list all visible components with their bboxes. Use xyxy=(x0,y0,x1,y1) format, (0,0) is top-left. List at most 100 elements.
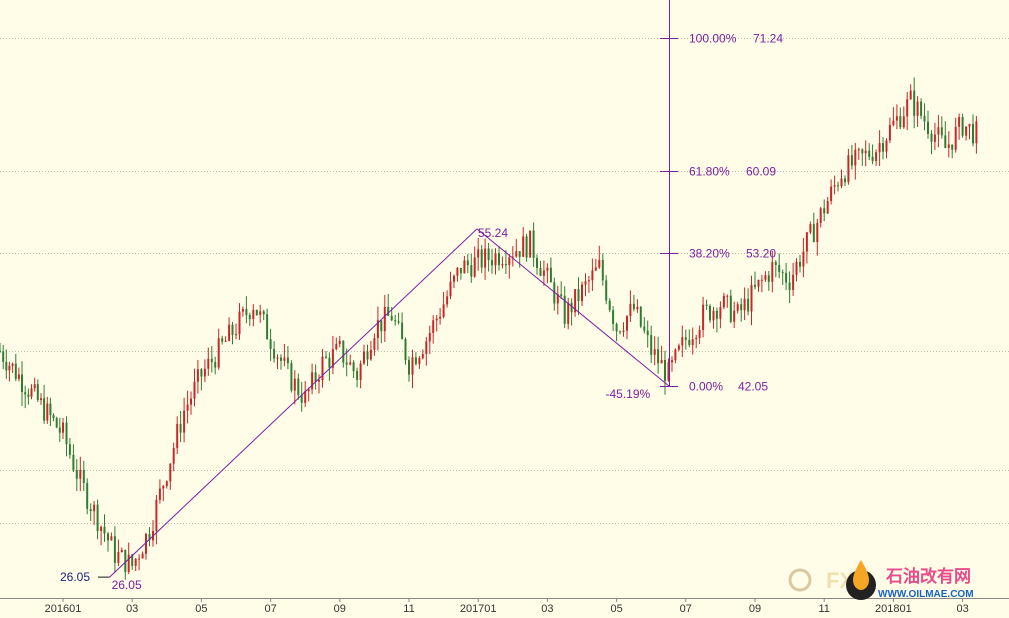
candle-body xyxy=(110,536,113,541)
candle-body xyxy=(809,224,812,233)
candle-body xyxy=(86,482,89,509)
candle-body xyxy=(954,126,957,150)
candle-body xyxy=(290,363,293,391)
candle-body xyxy=(158,488,161,500)
candle-body xyxy=(747,298,750,312)
candle-body xyxy=(660,360,663,364)
candle-body xyxy=(269,339,272,349)
candle-body xyxy=(169,463,172,482)
candle-body xyxy=(459,267,462,274)
candle-body xyxy=(833,185,836,187)
candle-body xyxy=(286,357,289,364)
candle-body xyxy=(162,486,165,489)
candle-body xyxy=(594,267,597,271)
candle-body xyxy=(695,337,698,340)
candle-body xyxy=(940,127,943,136)
candle-body xyxy=(581,284,583,302)
candle-body xyxy=(826,201,829,214)
candle-body xyxy=(179,423,182,433)
trend-point-label: -45.19% xyxy=(605,387,650,401)
candle-body xyxy=(480,249,483,268)
candle-body xyxy=(55,418,58,428)
candle-body xyxy=(491,260,493,266)
candle-body xyxy=(359,363,362,380)
fibonacci-price-label: 60.09 xyxy=(746,165,776,179)
candle-body xyxy=(266,314,269,340)
candle-body xyxy=(754,284,756,287)
candle-body xyxy=(30,388,33,397)
candle-body xyxy=(601,260,604,281)
candle-body xyxy=(608,300,611,311)
candle-body xyxy=(487,248,490,261)
candle-body xyxy=(259,311,262,315)
x-tick-label: 03 xyxy=(541,603,553,615)
candle-body xyxy=(549,267,552,283)
candle-body xyxy=(712,310,715,321)
candle-body xyxy=(626,316,628,331)
x-tick-label: 09 xyxy=(749,603,761,615)
candle-body xyxy=(196,369,199,382)
candle-body xyxy=(418,358,421,365)
candle-body xyxy=(927,121,929,134)
candle-body xyxy=(255,309,258,315)
candle-body xyxy=(774,262,777,265)
candle-body xyxy=(186,404,189,411)
candle-body xyxy=(705,304,708,306)
candle-body xyxy=(228,324,231,341)
candle-body xyxy=(352,362,355,372)
candle-body xyxy=(650,335,653,355)
candle-body xyxy=(913,90,916,116)
candle-body xyxy=(560,294,563,296)
candle-body xyxy=(664,360,666,381)
candle-body xyxy=(397,321,400,323)
candle-body xyxy=(484,248,487,268)
candle-body xyxy=(539,268,542,276)
candle-body xyxy=(40,398,42,400)
candle-body xyxy=(968,124,971,127)
candle-body xyxy=(280,357,282,361)
candle-body xyxy=(975,121,978,144)
candle-body xyxy=(349,362,352,365)
candle-body xyxy=(401,322,404,340)
candle-body xyxy=(470,265,473,277)
candle-body xyxy=(387,307,390,316)
candle-body xyxy=(587,280,590,282)
candle-body xyxy=(792,274,795,290)
candle-body xyxy=(805,232,808,252)
candle-body xyxy=(408,360,410,375)
candle-body xyxy=(11,363,14,366)
candle-body xyxy=(214,362,217,368)
candle-body xyxy=(107,533,109,541)
candle-body xyxy=(930,133,933,142)
candle-body xyxy=(757,279,760,287)
candle-body xyxy=(241,309,244,312)
candle-body xyxy=(857,149,860,151)
x-tick-label: 05 xyxy=(610,603,622,615)
candle-body xyxy=(283,357,286,361)
candle-body xyxy=(709,305,711,321)
candle-body xyxy=(605,280,608,301)
candle-body xyxy=(134,558,137,566)
candle-body xyxy=(17,374,20,379)
candle-body xyxy=(688,339,691,345)
candle-body xyxy=(89,509,92,512)
candle-body xyxy=(920,101,923,116)
candle-body xyxy=(653,349,656,355)
candle-body xyxy=(297,378,300,396)
candle-body xyxy=(629,303,632,317)
candle-body xyxy=(864,150,867,154)
candle-body xyxy=(767,275,770,282)
candle-body xyxy=(726,295,729,297)
candle-body xyxy=(435,318,438,321)
candle-body xyxy=(113,536,116,563)
candle-body xyxy=(888,125,891,141)
candle-body xyxy=(598,260,601,268)
candle-body xyxy=(878,143,881,153)
candle-body xyxy=(885,140,888,152)
candle-body xyxy=(193,381,196,399)
candle-body xyxy=(0,351,1,352)
low-price-left-label: 26.05 xyxy=(60,570,90,584)
candle-body xyxy=(937,127,940,135)
candle-body xyxy=(702,304,705,330)
candle-body xyxy=(632,303,635,310)
